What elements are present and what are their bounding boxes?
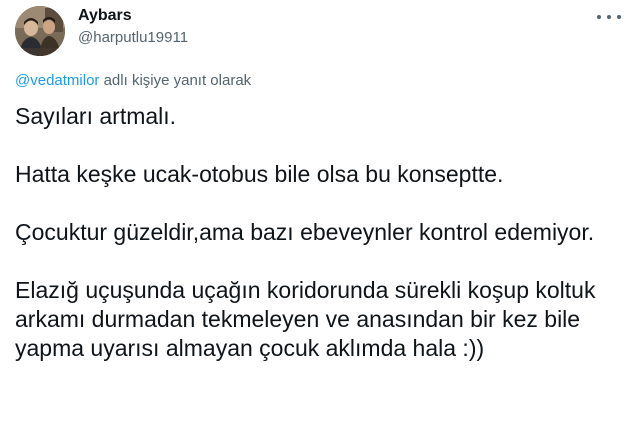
more-dot — [597, 15, 601, 19]
tweet-paragraph: Elazığ uçuşunda uçağın koridorunda sürek… — [15, 277, 596, 361]
reply-context: @vedatmilor adlı kişiye yanıt olarak — [15, 72, 251, 90]
tweet: Aybars @harputlu19911 @vedatmilor adlı k… — [0, 0, 635, 422]
author-info: Aybars @harputlu19911 — [78, 6, 188, 48]
tweet-paragraph: Sayıları artmalı. — [15, 103, 177, 129]
author-display-name[interactable]: Aybars — [78, 6, 188, 26]
tweet-text: Sayıları artmalı. Hatta keşke ucak-otobu… — [15, 102, 625, 363]
avatar-photo — [15, 6, 65, 56]
reply-context-text: adlı kişiye yanıt olarak — [99, 72, 252, 89]
avatar[interactable] — [15, 6, 65, 56]
more-options-icon[interactable] — [597, 8, 621, 26]
more-dot — [607, 15, 611, 19]
more-dot — [617, 15, 621, 19]
author-handle[interactable]: @harputlu19911 — [78, 28, 188, 48]
tweet-paragraph: Çocuktur güzeldir,ama bazı ebeveynler ko… — [15, 219, 595, 245]
reply-mention-link[interactable]: @vedatmilor — [15, 72, 99, 89]
tweet-paragraph: Hatta keşke ucak-otobus bile olsa bu kon… — [15, 161, 504, 187]
